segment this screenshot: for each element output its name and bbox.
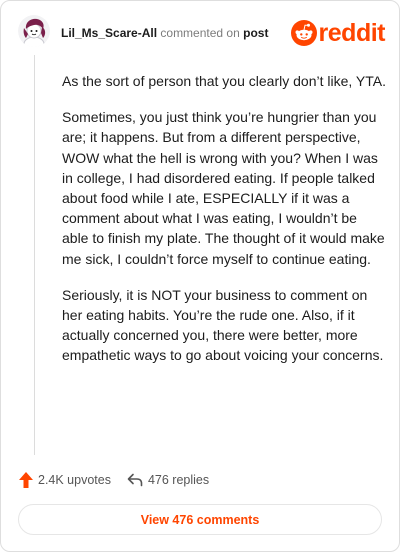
post-link[interactable]: post: [243, 26, 268, 40]
comment-paragraph-3: Seriously, it is NOT your business to co…: [62, 286, 384, 364]
comment-header: Lil_Ms_Scare-All commented on post reddi…: [18, 15, 386, 51]
reddit-wordmark: reddit: [318, 19, 386, 47]
view-comments-button[interactable]: View 476 comments: [18, 504, 382, 535]
commented-on-text: commented on: [160, 26, 240, 40]
reddit-snoo-icon: [290, 20, 317, 46]
reply-arrow-icon: [127, 473, 143, 487]
reply-count: 476 replies: [147, 473, 210, 487]
comment-byline: Lil_Ms_Scare-All commented on post: [61, 26, 268, 40]
avatar-icon[interactable]: [18, 15, 50, 47]
comment-body: As the sort of person that you clearly d…: [62, 71, 386, 382]
comment-actions: 2.4K upvotes 476 replies: [19, 471, 225, 489]
comment-paragraph-2: Sometimes, you just think you’re hungrie…: [62, 109, 385, 267]
upvote-arrow-icon: [19, 472, 33, 488]
reply-button[interactable]: 476 replies: [127, 473, 209, 487]
upvote-count: 2.4K upvotes: [38, 473, 111, 487]
comment-card: Lil_Ms_Scare-All commented on post reddi…: [0, 0, 400, 552]
reddit-logo: reddit: [290, 19, 386, 47]
thread-line: [34, 55, 35, 455]
comment-paragraph-1: As the sort of person that you clearly d…: [62, 73, 386, 89]
username-link[interactable]: Lil_Ms_Scare-All: [61, 26, 157, 40]
upvote-button[interactable]: 2.4K upvotes: [19, 472, 111, 488]
